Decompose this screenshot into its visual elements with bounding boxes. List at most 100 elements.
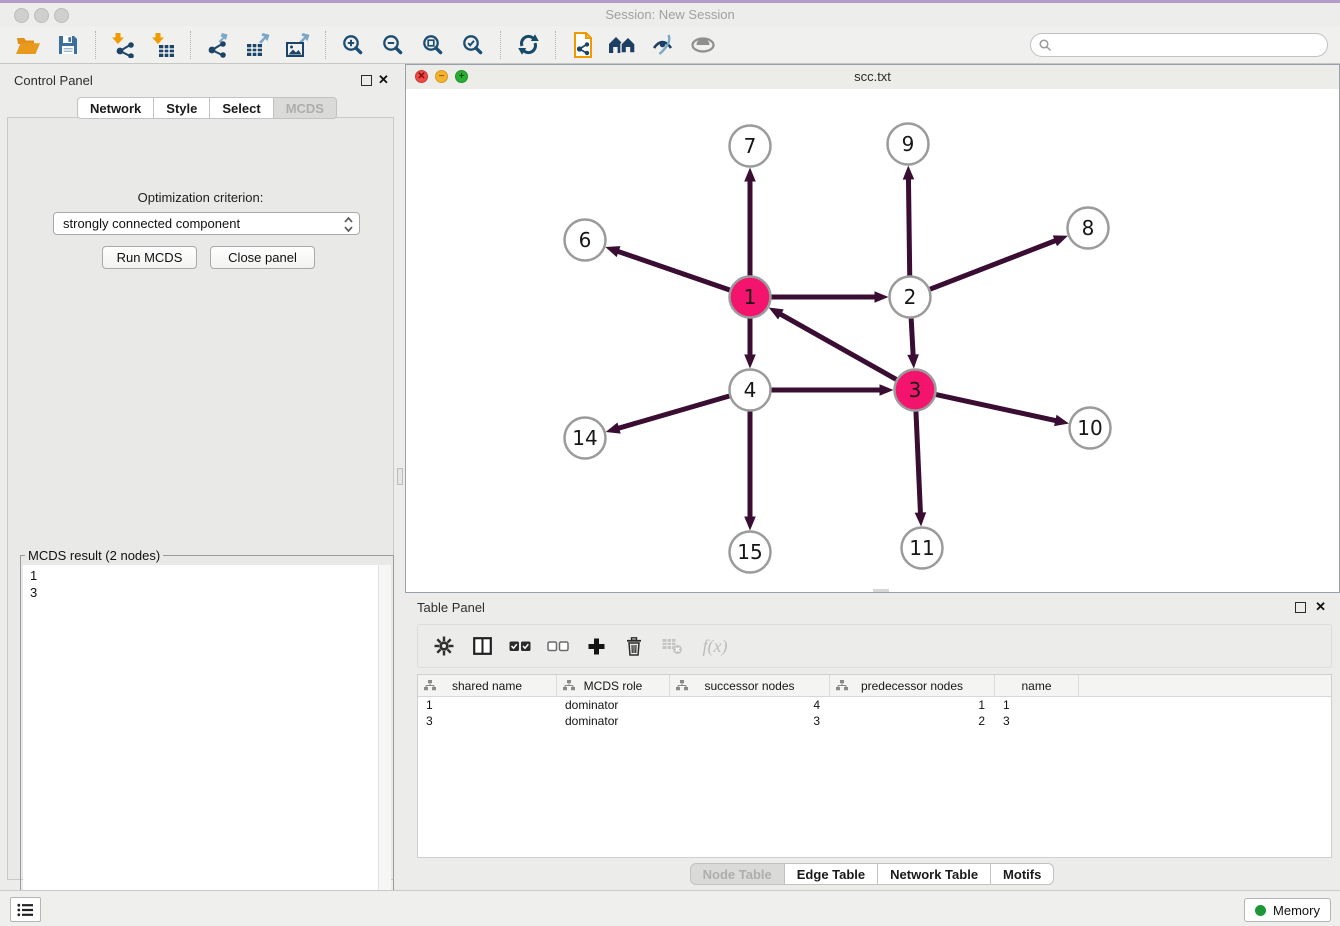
graph-node-8[interactable]: 8 xyxy=(1068,208,1109,249)
graph-edge-1-7[interactable] xyxy=(744,168,756,276)
graph-node-3[interactable]: 3 xyxy=(895,370,936,411)
delete-table-button[interactable] xyxy=(660,634,684,658)
tab-network-table[interactable]: Network Table xyxy=(877,863,991,885)
zoom-out-button[interactable] xyxy=(373,29,413,61)
graph-node-9[interactable]: 9 xyxy=(888,124,929,165)
network-from-file-button[interactable] xyxy=(563,29,603,61)
show-hide-graphics-button[interactable] xyxy=(643,29,683,61)
window-resize-handle[interactable] xyxy=(873,589,889,592)
close-table-panel-icon[interactable]: ✕ xyxy=(1315,599,1326,615)
delete-table-icon xyxy=(662,638,683,655)
save-session-button[interactable] xyxy=(48,29,88,61)
graph-node-7[interactable]: 7 xyxy=(730,126,771,167)
graph-edge-1-6[interactable] xyxy=(605,246,729,290)
graph-edge-4-3[interactable] xyxy=(772,384,894,396)
graph-node-2[interactable]: 2 xyxy=(890,277,931,318)
criterion-select[interactable]: strongly connected component xyxy=(53,212,360,235)
import-table-button[interactable] xyxy=(143,29,183,61)
network-canvas[interactable]: 7 9 6 8 1 2 4 3 14 10 15 11 xyxy=(406,89,1339,592)
export-image-button[interactable] xyxy=(278,29,318,61)
table-row[interactable]: 1dominator411 xyxy=(418,697,1331,713)
select-all-button[interactable] xyxy=(508,634,532,658)
toolbar-separator xyxy=(190,31,191,59)
column-header-MCDS-role[interactable]: MCDS role xyxy=(557,675,670,696)
table-settings-button[interactable] xyxy=(432,634,456,658)
graph-edge-4-14[interactable] xyxy=(606,396,730,434)
tab-motifs[interactable]: Motifs xyxy=(990,863,1054,885)
close-panel-icon[interactable]: ✕ xyxy=(378,72,389,88)
panel-divider-handle[interactable] xyxy=(397,468,403,485)
graph-node-6[interactable]: 6 xyxy=(565,220,606,261)
node-table[interactable]: shared nameMCDS rolesuccessor nodesprede… xyxy=(417,674,1332,858)
column-header-shared-name[interactable]: shared name xyxy=(418,675,557,696)
graph-edge-3-1[interactable] xyxy=(769,308,897,380)
first-neighbors-button[interactable] xyxy=(603,29,643,61)
graph-edge-2-8[interactable] xyxy=(930,235,1068,289)
tab-node-table[interactable]: Node Table xyxy=(690,863,785,885)
column-header-name[interactable]: name xyxy=(995,675,1079,696)
column-header-predecessor-nodes[interactable]: predecessor nodes xyxy=(830,675,995,696)
table-cell[interactable]: dominator xyxy=(557,714,670,728)
column-header-successor-nodes[interactable]: successor nodes xyxy=(670,675,830,696)
graph-edge-2-3[interactable] xyxy=(907,318,919,368)
tab-network[interactable]: Network xyxy=(77,97,154,119)
graph-edge-2-9[interactable] xyxy=(903,165,915,275)
table-cell[interactable]: 1 xyxy=(418,698,557,712)
function-builder-button[interactable]: f(x) xyxy=(698,634,732,658)
float-panel-icon[interactable] xyxy=(361,75,372,86)
graph-node-14[interactable]: 14 xyxy=(565,418,606,459)
network-window-titlebar[interactable]: ✕ − + scc.txt xyxy=(406,65,1339,90)
tab-style[interactable]: Style xyxy=(153,97,210,119)
search-input[interactable] xyxy=(1057,37,1327,53)
graph-edge-3-11[interactable] xyxy=(915,411,927,526)
table-cell[interactable]: 3 xyxy=(418,714,557,728)
search-field[interactable] xyxy=(1030,33,1328,57)
export-network-button[interactable] xyxy=(198,29,238,61)
zoom-selected-button[interactable] xyxy=(453,29,493,61)
export-table-button[interactable] xyxy=(238,29,278,61)
table-cell[interactable]: 4 xyxy=(670,698,830,712)
zoom-in-button[interactable] xyxy=(333,29,373,61)
result-scrollbar[interactable] xyxy=(378,565,391,924)
memory-button[interactable]: Memory xyxy=(1244,898,1331,922)
table-cell[interactable]: 1 xyxy=(830,698,995,712)
tab-select[interactable]: Select xyxy=(209,97,273,119)
export-network-icon xyxy=(205,32,231,58)
tab-edge-table[interactable]: Edge Table xyxy=(784,863,878,885)
toggle-details-button[interactable] xyxy=(683,29,723,61)
tab-mcds[interactable]: MCDS xyxy=(273,97,337,119)
graph-node-11[interactable]: 11 xyxy=(902,528,943,569)
run-mcds-button[interactable]: Run MCDS xyxy=(102,246,197,269)
graph-node-10[interactable]: 10 xyxy=(1070,408,1111,449)
delete-column-button[interactable] xyxy=(622,634,646,658)
float-table-panel-icon[interactable] xyxy=(1295,602,1306,613)
graph-svg[interactable]: 7 9 6 8 1 2 4 3 14 10 15 11 xyxy=(406,89,1339,592)
refresh-button[interactable] xyxy=(508,29,548,61)
graph-edge-1-2[interactable] xyxy=(772,291,889,303)
import-network-button[interactable] xyxy=(103,29,143,61)
fit-content-icon xyxy=(422,34,444,56)
graph-edge-1-4[interactable] xyxy=(744,319,756,369)
show-column-button[interactable] xyxy=(470,634,494,658)
add-column-button[interactable] xyxy=(584,634,608,658)
table-cell[interactable]: dominator xyxy=(557,698,670,712)
table-cell[interactable]: 3 xyxy=(995,714,1079,728)
graph-edge-4-15[interactable] xyxy=(744,412,756,531)
graph-edge-3-10[interactable] xyxy=(936,395,1069,427)
select-stepper-icon xyxy=(343,216,354,233)
graph-node-4[interactable]: 4 xyxy=(730,370,771,411)
table-cell[interactable]: 1 xyxy=(995,698,1079,712)
table-cell[interactable]: 2 xyxy=(830,714,995,728)
close-panel-button[interactable]: Close panel xyxy=(210,246,315,269)
graph-node-15[interactable]: 15 xyxy=(730,532,771,573)
table-cell[interactable]: 3 xyxy=(670,714,830,728)
panel-list-button[interactable] xyxy=(10,897,41,922)
table-row[interactable]: 3dominator323 xyxy=(418,713,1331,729)
table-panel: Table Panel ✕ xyxy=(405,595,1340,890)
graph-node-1[interactable]: 1 xyxy=(730,277,771,318)
fit-content-button[interactable] xyxy=(413,29,453,61)
import-network-icon xyxy=(110,32,136,58)
open-session-button[interactable] xyxy=(8,29,48,61)
deselect-all-button[interactable] xyxy=(546,634,570,658)
optimization-criterion-label: Optimization criterion: xyxy=(8,190,393,205)
